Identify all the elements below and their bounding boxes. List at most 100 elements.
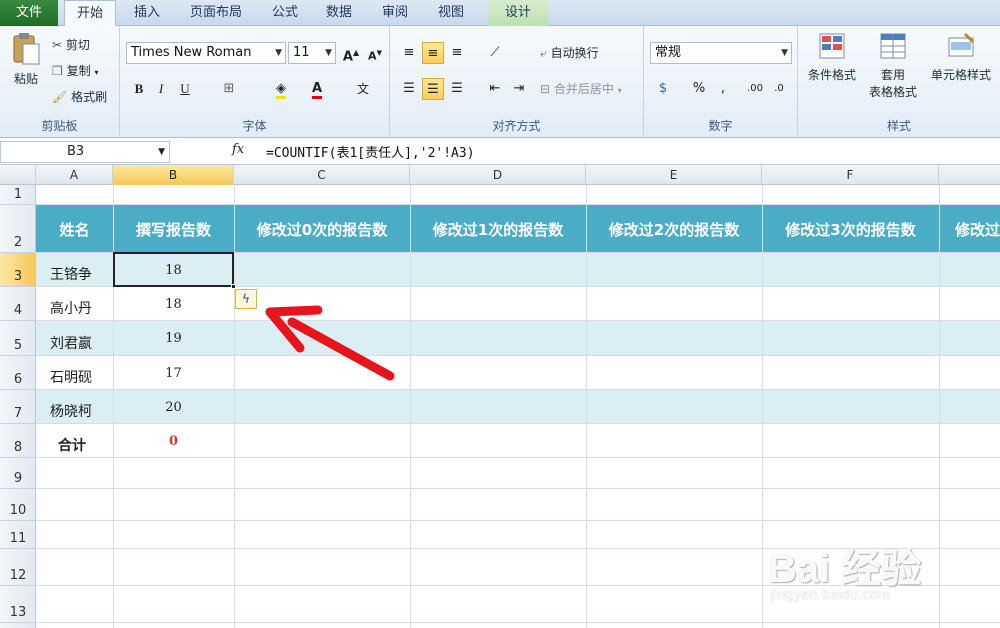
phonetic-button[interactable]: 文 [352,78,374,100]
formula-input[interactable]: =COUNTIF(表1[责任人],'2'!A3) [266,142,475,161]
row-header-11[interactable]: 11 [0,521,36,549]
grid-line [234,185,235,628]
row-header-6[interactable]: 6 [0,356,36,390]
align-top-button[interactable]: ≡ [398,42,420,64]
align-bottom-button[interactable]: ≡ [446,42,468,64]
watermark-brand: Bai 经验 [768,547,922,591]
cell-count[interactable]: 18 [113,287,234,321]
underline-button[interactable]: U [174,78,196,100]
insert-function-button[interactable]: fx [232,142,244,157]
row-header-13[interactable]: 13 [0,586,36,623]
header-cell-name[interactable]: 姓名 [36,205,113,253]
header-cell-reports[interactable]: 撰写报告数 [113,205,234,253]
italic-button[interactable]: I [150,78,172,100]
font-name-select[interactable]: Times New Roman ▼ [126,42,286,64]
wrap-text-button[interactable]: ⤶ 自动换行 [540,44,599,61]
ribbon: 粘贴 ✂ 剪切 ❐ 复制 ▾ 🖌 格式刷 剪贴板 Times New Roman… [0,26,1000,138]
header-cell-rev4[interactable]: 修改过 [939,205,1000,253]
header-cell-rev3[interactable]: 修改过3次的报告数 [762,205,939,253]
font-size-select[interactable]: 11 ▼ [288,42,336,64]
tab-design[interactable]: 设计 [488,0,548,26]
table-row: 石明砚 17 [36,356,1000,390]
column-headers: A B C D E F [0,165,1000,185]
font-color-button[interactable]: A [306,78,328,100]
cell-name[interactable]: 杨晓柯 [50,390,113,424]
align-center-button[interactable]: ☰ [422,78,444,100]
tab-review[interactable]: 审阅 [372,0,418,26]
row-header-3[interactable]: 3 [0,253,36,287]
row-header-1[interactable]: 1 [0,185,36,205]
total-value-cell[interactable]: 0 [113,424,234,458]
align-center-icon: ☰ [427,82,439,97]
number-format-select[interactable]: 常规 ▼ [650,42,792,64]
cell-styles-button[interactable]: 单元格样式 [926,32,996,83]
cell-count[interactable]: 19 [113,321,234,356]
paste-button[interactable]: 粘贴 [8,32,44,94]
header-cell-rev2[interactable]: 修改过2次的报告数 [586,205,762,253]
row-header-8[interactable]: 8 [0,424,36,458]
grow-font-button[interactable]: A▲ [340,42,362,64]
row-header-4[interactable]: 4 [0,287,36,321]
shrink-font-button[interactable]: A▼ [364,42,386,64]
fill-color-button[interactable]: ◈ [270,78,292,100]
active-cell-b3[interactable] [113,252,234,287]
cell-name[interactable]: 刘君嬴 [50,321,113,356]
row-header-9[interactable]: 9 [0,458,36,489]
column-header-f[interactable]: F [762,165,939,185]
tab-insert[interactable]: 插入 [124,0,170,26]
column-header-g[interactable] [939,165,1000,185]
row-header-10[interactable]: 10 [0,489,36,521]
row-header-7[interactable]: 7 [0,390,36,424]
row-header-5[interactable]: 5 [0,321,36,356]
borders-button[interactable]: ⊞ [218,78,240,100]
increase-indent-button[interactable]: ⇥ [508,78,530,100]
column-header-b[interactable]: B [113,165,234,185]
currency-button[interactable]: $ [652,78,674,100]
select-all-corner[interactable] [0,165,36,185]
header-cell-rev1[interactable]: 修改过1次的报告数 [410,205,586,253]
orientation-button[interactable]: ⟋ [484,42,506,64]
tab-formulas[interactable]: 公式 [262,0,308,26]
format-as-table-button[interactable]: 套用 表格格式 [862,32,924,100]
align-right-button[interactable]: ☰ [446,78,468,100]
cell-name[interactable]: 高小丹 [50,287,113,321]
cell-name[interactable]: 王铬争 [50,253,113,287]
row-header-2[interactable]: 2 [0,205,36,253]
decrease-decimal-icon: .0 [774,83,784,94]
tab-home[interactable]: 开始 [64,0,116,27]
row-header-12[interactable]: 12 [0,549,36,586]
total-label-cell[interactable]: 合计 [58,424,113,458]
cell-name[interactable]: 石明砚 [50,356,113,390]
column-header-a[interactable]: A [36,165,113,185]
copy-button[interactable]: ❐ 复制 ▾ [52,62,98,79]
cut-button[interactable]: ✂ 剪切 [52,36,90,53]
align-middle-button[interactable]: ≡ [422,42,444,64]
name-box[interactable]: B3 ▼ [0,141,170,163]
format-painter-button[interactable]: 🖌 格式刷 [52,88,107,105]
chevron-down-icon: ▼ [781,48,788,58]
bold-button[interactable]: B [128,78,150,100]
conditional-format-icon [819,33,845,59]
scissors-icon: ✂ [52,38,63,52]
decrease-indent-button[interactable]: ⇤ [484,78,506,100]
align-left-button[interactable]: ☰ [398,78,420,100]
tab-data[interactable]: 数据 [316,0,362,26]
tab-page-layout[interactable]: 页面布局 [180,0,252,26]
column-header-e[interactable]: E [586,165,762,185]
column-header-c[interactable]: C [234,165,410,185]
percent-button[interactable]: % [688,78,710,100]
decrease-decimal-button[interactable]: .0 [768,78,790,100]
header-cell-rev0[interactable]: 修改过0次的报告数 [234,205,410,253]
merge-center-button[interactable]: ⊟ 合并后居中 ▾ [540,80,622,97]
cell-count[interactable]: 20 [113,390,234,424]
comma-button[interactable]: , [712,78,734,100]
increase-decimal-button[interactable]: .00 [744,78,766,100]
tab-view[interactable]: 视图 [428,0,474,26]
autocorrect-options-button[interactable]: ϟ [235,289,257,309]
paste-icon [13,33,40,65]
column-header-d[interactable]: D [410,165,586,185]
cell-count[interactable]: 17 [113,356,234,390]
conditional-format-button[interactable]: 条件格式 [802,32,862,83]
font-size-value: 11 [293,45,310,60]
tab-file[interactable]: 文件 [0,0,58,26]
